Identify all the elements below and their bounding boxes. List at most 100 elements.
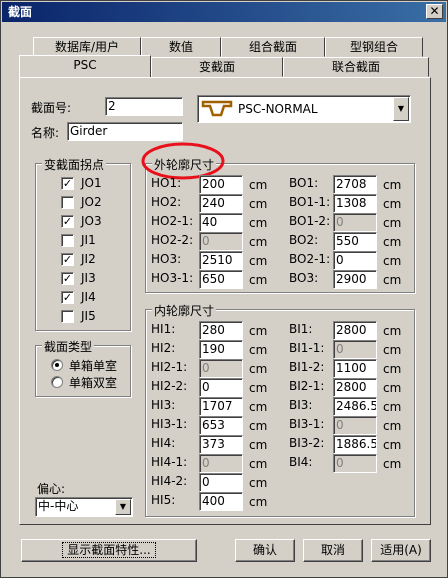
dim-label: HI5: — [151, 493, 176, 507]
dim-field[interactable]: 0 — [333, 340, 377, 359]
checkbox-ji5[interactable] — [61, 310, 74, 323]
tab-row2-2[interactable]: 联合截面 — [283, 57, 429, 77]
checkbox-ji2[interactable]: ✓ — [61, 253, 74, 266]
dim-field[interactable]: 40 — [199, 213, 243, 232]
dim-label: HO2: — [151, 195, 182, 209]
dim-field[interactable]: 1100 — [333, 359, 377, 378]
show-properties-button[interactable]: 显示截面特性... — [21, 539, 197, 562]
dim-field[interactable]: 1308 — [333, 194, 377, 213]
unit-label: cm — [249, 381, 268, 395]
dim-label: BO2: — [289, 233, 319, 247]
dim-field[interactable]: 400 — [199, 492, 243, 511]
checkbox-label: JO3 — [81, 214, 102, 228]
dim-label: BO1-1: — [289, 195, 331, 209]
checkbox-label: JO2 — [81, 195, 102, 209]
dim-label: HO3: — [151, 252, 182, 266]
dim-label: BO1: — [289, 176, 319, 190]
unit-label: cm — [383, 400, 402, 414]
unit-label: cm — [249, 235, 268, 249]
unit-label: cm — [383, 216, 402, 230]
section-name-label: 名称: — [31, 126, 60, 140]
radio-label: 单箱单室 — [69, 359, 118, 373]
break-points-title: 变截面拐点 — [42, 156, 107, 173]
radio-section-type-1[interactable] — [51, 376, 63, 388]
dim-field[interactable]: 0 — [199, 454, 243, 473]
section-number-field[interactable]: 2 — [105, 97, 183, 116]
tab-row1-0[interactable]: 数据库/用户 — [33, 37, 141, 57]
checkbox-label: JI2 — [81, 252, 96, 266]
unit-label: cm — [249, 197, 268, 211]
dim-label: HI1: — [151, 322, 176, 336]
unit-label: cm — [383, 235, 402, 249]
dim-label: HI4-1: — [151, 455, 188, 469]
dim-label: BO1-2: — [289, 214, 331, 228]
dim-label: HI4: — [151, 436, 176, 450]
dim-label: HI3: — [151, 398, 176, 412]
checkbox-label: JO1 — [81, 176, 102, 190]
dim-field[interactable]: 2708 — [333, 175, 377, 194]
dim-field[interactable]: 190 — [199, 340, 243, 359]
dim-label: HI4-2: — [151, 474, 188, 488]
unit-label: cm — [249, 400, 268, 414]
dim-label: HI2-2: — [151, 379, 188, 393]
window-title: 截面 — [8, 5, 33, 19]
checkbox-label: JI5 — [81, 309, 96, 323]
checkbox-label: JI4 — [81, 290, 96, 304]
dim-label: BI1: — [289, 322, 313, 336]
unit-label: cm — [383, 381, 402, 395]
show-properties-label: 显示截面特性... — [62, 542, 156, 558]
dim-field[interactable]: 240 — [199, 194, 243, 213]
dim-label: HO2-2: — [151, 233, 194, 247]
dim-field[interactable]: 200 — [199, 175, 243, 194]
unit-label: cm — [249, 476, 268, 490]
tab-row1-1[interactable]: 数值 — [141, 37, 221, 57]
inner-dimensions-title: 内轮廓尺寸 — [152, 302, 217, 319]
unit-label: cm — [383, 178, 402, 192]
section-type-value: PSC-NORMAL — [238, 102, 318, 116]
dim-label: BI3-1: — [289, 417, 325, 431]
dim-field[interactable]: 0 — [199, 378, 243, 397]
checkbox-ji1[interactable] — [61, 234, 74, 247]
checkbox-jo3[interactable]: ✓ — [61, 215, 74, 228]
checkbox-ji4[interactable]: ✓ — [61, 291, 74, 304]
dim-field[interactable]: 550 — [333, 232, 377, 251]
dim-label: BI4: — [289, 455, 313, 469]
checkbox-ji3[interactable]: ✓ — [61, 272, 74, 285]
dim-field[interactable]: 0 — [333, 251, 377, 270]
dim-field[interactable]: 0 — [199, 473, 243, 492]
dim-field[interactable]: 373 — [199, 435, 243, 454]
apply-button[interactable]: 适用(A) — [371, 539, 431, 562]
dim-field[interactable]: 2900 — [333, 270, 377, 289]
unit-label: cm — [249, 178, 268, 192]
dim-field[interactable]: 653 — [199, 416, 243, 435]
dim-field[interactable]: 280 — [199, 321, 243, 340]
tab-row1-2[interactable]: 组合截面 — [221, 37, 325, 57]
dim-field[interactable]: 0 — [199, 232, 243, 251]
dim-field[interactable]: 0 — [333, 213, 377, 232]
dim-field[interactable]: 2510 — [199, 251, 243, 270]
tab-row1-3[interactable]: 型钢组合 — [325, 37, 423, 57]
dim-field[interactable]: 0 — [333, 454, 377, 473]
unit-label: cm — [383, 438, 402, 452]
dim-field[interactable]: 0 — [199, 359, 243, 378]
dim-label: HO1: — [151, 176, 182, 190]
ok-button[interactable]: 确认 — [235, 539, 295, 562]
tab-row2-0[interactable]: PSC — [19, 55, 151, 78]
close-icon[interactable]: ✕ — [426, 4, 443, 19]
radio-section-type-0[interactable] — [51, 359, 63, 371]
dim-field[interactable]: 1886.5 — [333, 435, 377, 454]
checkbox-jo1[interactable]: ✓ — [61, 177, 74, 190]
dim-field[interactable]: 2800 — [333, 378, 377, 397]
dim-field[interactable]: 650 — [199, 270, 243, 289]
dim-field[interactable]: 2800 — [333, 321, 377, 340]
tab-row2-1[interactable]: 变截面 — [151, 57, 283, 77]
dim-label: BI3: — [289, 398, 313, 412]
dim-field[interactable]: 2486.5 — [333, 397, 377, 416]
dim-field[interactable]: 0 — [333, 416, 377, 435]
checkbox-jo2[interactable] — [61, 196, 74, 209]
chevron-down-icon[interactable]: ▼ — [393, 97, 409, 121]
cancel-button[interactable]: 取消 — [303, 539, 363, 562]
dim-field[interactable]: 1707 — [199, 397, 243, 416]
dim-label: BI1-1: — [289, 341, 325, 355]
eccentricity-chevron-icon[interactable]: ▼ — [115, 499, 131, 515]
